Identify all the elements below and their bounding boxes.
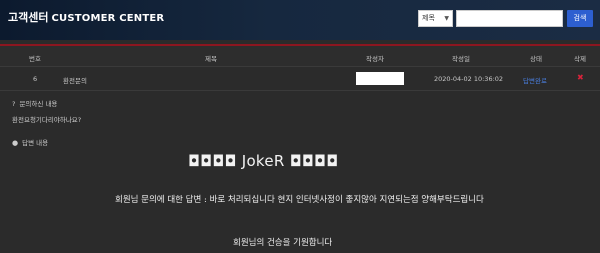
column-status: 상태 (530, 55, 542, 63)
table-header: 번호 제목 작성자 작성일 상태 삭제 (0, 44, 600, 66)
page-title: 고객센터 CUSTOMER CENTER (8, 9, 164, 25)
speech-bubble-icon: ● (12, 139, 19, 147)
answer-closing: 회원님의 건승을 기원합니다 (233, 238, 333, 248)
row-author (356, 72, 404, 85)
column-title: 제목 (205, 55, 217, 63)
row-title-link[interactable]: 환전문의 (63, 75, 87, 85)
search-input[interactable] (456, 10, 563, 27)
column-no: 번호 (29, 55, 41, 63)
search-category-value: 제목 (422, 14, 435, 22)
table-row[interactable]: 6 환전문의 2020-04-02 10:36:02 답변완료 ✖ (0, 66, 600, 91)
row-status-link[interactable]: 답변완료 (523, 75, 547, 85)
search-category-select[interactable]: 제목 ▼ (418, 10, 453, 27)
row-number: 6 (33, 75, 38, 83)
search-button[interactable]: 검색 (567, 10, 593, 27)
answer-message: 회원님 문의에 대한 답변 : 바로 처리되십니다 현지 인터넷사정이 좋지않아… (115, 195, 484, 205)
inquiry-heading: ? 문의하신 내용 (12, 98, 81, 108)
row-date: 2020-04-02 10:36:02 (434, 75, 504, 83)
inquiry-body: 환전요청기다리야하나요? (12, 116, 82, 124)
column-date: 작성일 (452, 55, 470, 63)
page-title-korean: 고객센터 (8, 11, 49, 24)
inquiry-label: 문의하신 내용 (19, 100, 58, 108)
answer-signature-line: ◘◘◘◘ JokeR ◘◘◘◘ (188, 152, 339, 170)
inquiry-section: ? 문의하신 내용 환전요청기다리야하나요? (12, 98, 81, 130)
question-icon: ? (12, 100, 16, 108)
header-bar: 고객센터 CUSTOMER CENTER 제목 ▼ 검색 (0, 0, 600, 40)
answer-heading: ● 답변 내용 (12, 137, 48, 147)
column-delete: 삭제 (574, 55, 586, 63)
delete-icon[interactable]: ✖ (577, 73, 584, 82)
chevron-down-icon: ▼ (444, 15, 449, 22)
page-title-english: CUSTOMER CENTER (51, 13, 165, 24)
column-author: 작성자 (366, 55, 384, 63)
answer-label: 답변 내용 (22, 139, 49, 147)
